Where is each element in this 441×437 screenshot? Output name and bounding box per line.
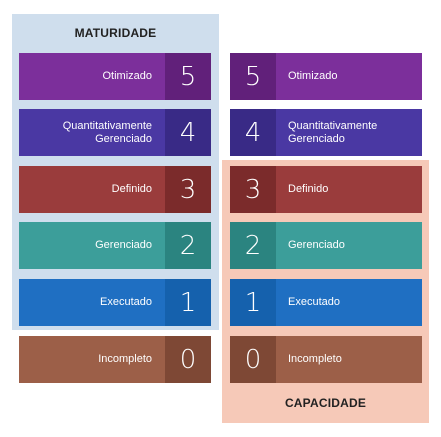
capability-level-4: 4 Quantitativamente Gerenciado	[230, 109, 422, 156]
maturity-level-number: 4	[165, 109, 211, 156]
maturity-level-label: Gerenciado	[95, 239, 152, 251]
capability-level-number: 4	[230, 109, 276, 156]
capability-title: CAPACIDADE	[284, 396, 367, 410]
maturity-level-number: 1	[165, 279, 211, 326]
maturity-level-0: Incompleto 0	[19, 336, 211, 383]
maturity-level-number: 5	[165, 53, 211, 100]
maturity-level-label: Executado	[100, 296, 152, 308]
maturity-level-label: Quantitativamente Gerenciado	[62, 119, 152, 145]
maturity-level-5: Otimizado 5	[19, 53, 211, 100]
maturity-level-3: Definido 3	[19, 166, 211, 213]
capability-level-label: Executado	[288, 296, 340, 308]
capability-level-3: 3 Definido	[230, 166, 422, 213]
capability-level-label: Incompleto	[288, 353, 342, 365]
capability-level-number: 3	[230, 166, 276, 213]
maturity-level-label: Incompleto	[98, 353, 152, 365]
capability-level-1: 1 Executado	[230, 279, 422, 326]
maturity-level-number: 3	[165, 166, 211, 213]
maturity-level-4: Quantitativamente Gerenciado 4	[19, 109, 211, 156]
maturity-level-2: Gerenciado 2	[19, 222, 211, 269]
maturity-level-1: Executado 1	[19, 279, 211, 326]
maturity-level-number: 0	[165, 336, 211, 383]
capability-level-number: 1	[230, 279, 276, 326]
capability-level-number: 2	[230, 222, 276, 269]
capability-level-number: 0	[230, 336, 276, 383]
capability-level-2: 2 Gerenciado	[230, 222, 422, 269]
capability-level-label: Definido	[288, 183, 329, 195]
capability-level-5: 5 Otimizado	[230, 53, 422, 100]
capability-level-0: 0 Incompleto	[230, 336, 422, 383]
capability-level-label: Otimizado	[288, 70, 338, 82]
capability-level-number: 5	[230, 53, 276, 100]
maturity-level-label: Definido	[111, 183, 152, 195]
maturity-level-label: Otimizado	[102, 70, 152, 82]
maturity-level-number: 2	[165, 222, 211, 269]
maturity-title: MATURIDADE	[74, 26, 157, 40]
capability-level-label: Quantitativamente Gerenciado	[288, 119, 378, 145]
capability-level-label: Gerenciado	[288, 239, 345, 251]
